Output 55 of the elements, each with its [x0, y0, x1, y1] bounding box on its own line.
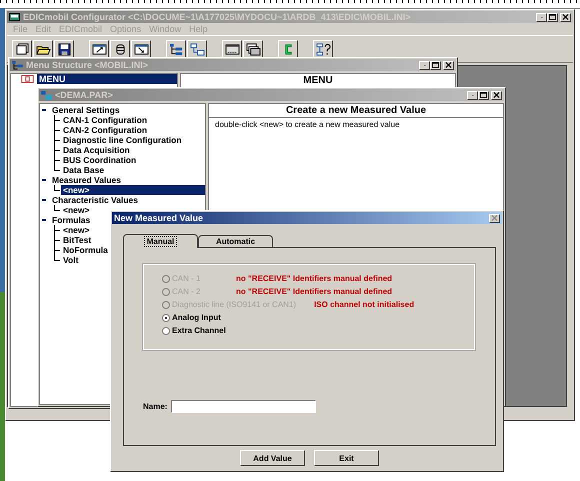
field-label: Name:: [143, 402, 168, 411]
tree-item[interactable]: MENU: [37, 74, 177, 84]
close-button[interactable]: [489, 214, 500, 222]
tree-item[interactable]: CAN-1 Configuration: [61, 115, 150, 125]
dialog-button[interactable]: Add Value: [240, 450, 305, 466]
tab[interactable]: Manual: [123, 234, 198, 248]
tree-icon: [168, 42, 184, 56]
hint-text: double-click <new> to create a new measured value: [214, 119, 401, 131]
tree-item[interactable]: Characteristic Values: [50, 195, 140, 205]
import-icon: [134, 42, 148, 56]
tree-item[interactable]: Volt: [61, 255, 80, 265]
tree-item[interactable]: Measured Values: [50, 175, 123, 185]
window-title: Menu Structure <MOBIL.INI>: [26, 59, 148, 71]
radio-option[interactable]: Extra Channel: [162, 326, 228, 335]
tree-item[interactable]: BUS Coordination: [61, 155, 138, 165]
tree-icon: [12, 60, 23, 70]
tree-item[interactable]: Formulas: [50, 215, 92, 225]
database-button[interactable]: [110, 40, 130, 58]
tree-item[interactable]: Diagnostic line Configuration: [61, 135, 184, 145]
warning-text: ISO channel not initialised: [314, 300, 414, 309]
pages-icon: [14, 42, 30, 56]
tree-item[interactable]: <new>: [61, 225, 92, 235]
radio-option[interactable]: Analog Input: [162, 313, 228, 322]
tree-item[interactable]: NoFormula: [61, 245, 110, 255]
tree-item[interactable]: BitTest: [61, 235, 94, 245]
dialog-title: New Measured Value: [114, 212, 204, 224]
panel-icon: [224, 42, 240, 56]
panel-button[interactable]: [222, 40, 242, 58]
tree-item[interactable]: <new>: [61, 205, 92, 215]
warning-text: no "RECEIVE" Identifiers manual defined: [236, 287, 392, 296]
tree-item[interactable]: CAN-2 Configuration: [61, 125, 150, 135]
cascade-button[interactable]: [243, 40, 263, 58]
detail-header: Create a new Measured Value: [209, 104, 503, 118]
export-icon: [92, 42, 106, 56]
warning-text: no "RECEIVE" Identifiers manual defined: [236, 274, 392, 283]
tab[interactable]: Automatic: [198, 235, 273, 247]
application-icon: [9, 12, 20, 22]
bracket-button[interactable]: [278, 40, 298, 58]
tree-item[interactable]: General Settings: [50, 105, 122, 115]
help-button[interactable]: [313, 40, 333, 58]
tree-item[interactable]: <new>: [61, 185, 205, 195]
save-button[interactable]: [54, 40, 74, 58]
window-title: <DEMA.PAR>: [55, 89, 113, 101]
folder-button[interactable]: [33, 40, 53, 58]
window-title: EDICmobil Configurator <C:\DOCUME~1\A177025\MYDOCU~1\ARDB_413\EDIC\MOBIL.INI>: [23, 11, 411, 23]
name-field[interactable]: [171, 400, 316, 413]
tree-item[interactable]: Data Acquisition: [61, 145, 132, 155]
tree-button[interactable]: [166, 40, 186, 58]
export-button[interactable]: [89, 40, 109, 58]
diagram-button[interactable]: [187, 40, 207, 58]
pages-button[interactable]: [12, 40, 32, 58]
dialog-button[interactable]: Exit: [314, 450, 379, 466]
document-icon: [41, 90, 52, 100]
tree-item[interactable]: Data Base: [61, 165, 106, 175]
import-button[interactable]: [131, 40, 151, 58]
